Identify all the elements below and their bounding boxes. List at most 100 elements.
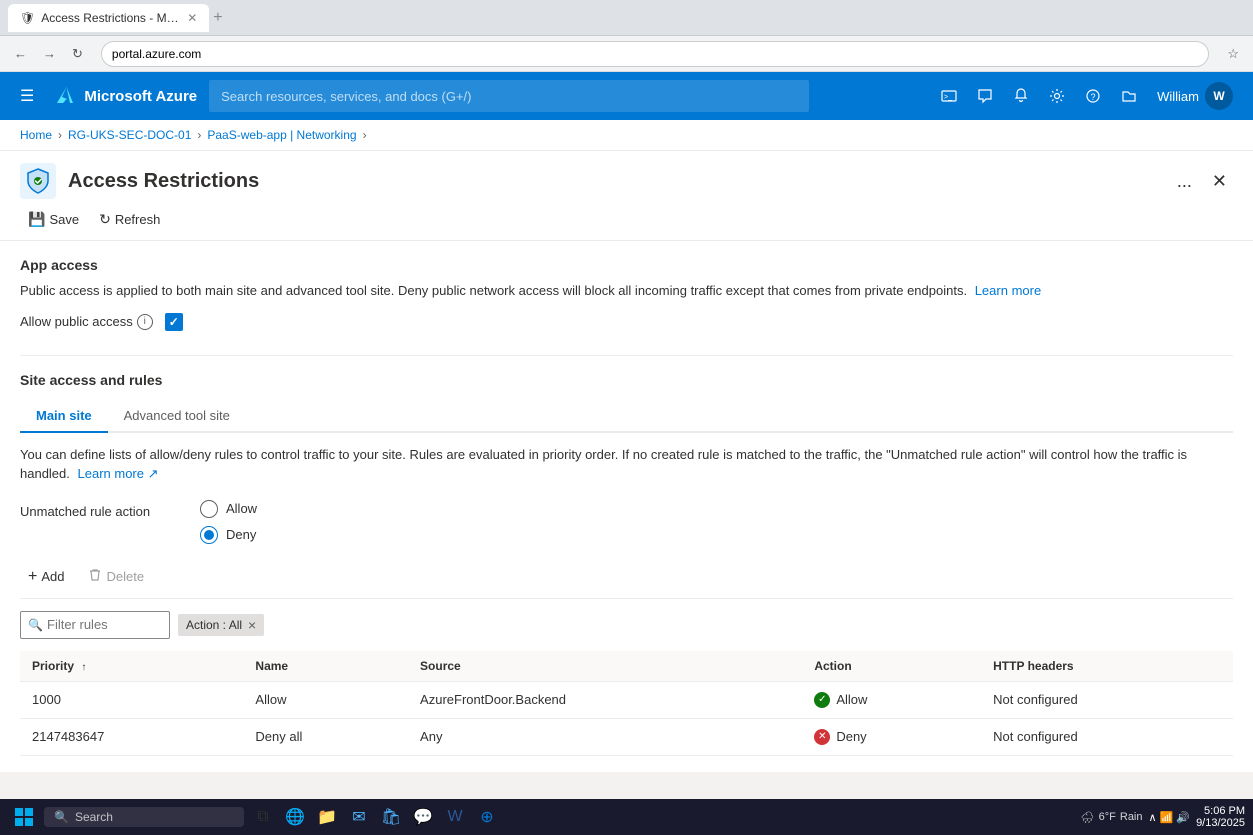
weather-temp: 6°F <box>1099 811 1116 823</box>
allow-public-info-icon[interactable]: i <box>137 314 153 330</box>
cell-http-headers: Not configured <box>981 681 1233 718</box>
notifications-btn[interactable] <box>1005 82 1037 110</box>
allow-public-checkbox[interactable] <box>165 313 183 331</box>
taskbar-browser-icon[interactable]: 🌐 <box>280 803 310 831</box>
site-access-section: Site access and rules Main site Advanced… <box>20 372 1233 756</box>
action-cell-content: ✕ Deny <box>814 729 969 745</box>
refresh-button[interactable]: ↻ Refresh <box>91 207 168 232</box>
refresh-icon: ↻ <box>99 211 111 228</box>
reload-btn[interactable]: ↻ <box>66 42 89 66</box>
taskbar-explorer-icon[interactable]: 📁 <box>312 803 342 831</box>
tab-advanced-tool-site[interactable]: Advanced tool site <box>108 400 246 433</box>
site-access-title: Site access and rules <box>20 372 1233 388</box>
col-source-header[interactable]: Source <box>408 651 802 682</box>
col-http-headers-header[interactable]: HTTP headers <box>981 651 1233 682</box>
filter-row: 🔍 Action : All × <box>20 611 1233 639</box>
global-search-input[interactable] <box>209 80 809 112</box>
tab-title: Access Restrictions - Microsoft ... <box>41 11 181 25</box>
radio-allow[interactable]: Allow <box>200 500 257 518</box>
breadcrumb-sep-2: › <box>197 128 201 142</box>
close-panel-btn[interactable]: ✕ <box>1206 169 1233 194</box>
cell-priority: 2147483647 <box>20 718 243 755</box>
clock: 5:06 PM 9/13/2025 <box>1196 805 1245 829</box>
taskbar-search-box[interactable]: 🔍 Search <box>44 807 244 827</box>
radio-allow-label: Allow <box>226 501 257 516</box>
breadcrumb-home[interactable]: Home <box>20 128 52 142</box>
settings-btn[interactable] <box>1041 82 1073 110</box>
page-title: Access Restrictions <box>68 170 259 193</box>
back-btn[interactable]: ← <box>8 42 33 65</box>
directory-btn[interactable] <box>1113 82 1145 110</box>
taskbar-store-icon[interactable]: 🛍 <box>376 803 406 831</box>
unmatched-rule-radio-group: Allow Deny <box>200 500 257 544</box>
system-tray: 🌧 6°F Rain ∧ 📶 🔊 5:06 PM 9/13/2025 <box>1081 805 1245 829</box>
user-name: William <box>1157 89 1199 104</box>
tab-close-btn[interactable]: ✕ <box>187 11 197 25</box>
breadcrumb-networking[interactable]: PaaS-web-app | Networking <box>207 128 356 142</box>
radio-deny-inner <box>204 530 214 540</box>
delete-rule-btn[interactable]: Delete <box>80 564 152 589</box>
table-row[interactable]: 1000 Allow AzureFrontDoor.Backend ✓ Allo… <box>20 681 1233 718</box>
taskbar-task-view[interactable]: ⧉ <box>248 803 278 831</box>
svg-text:>_: >_ <box>944 94 952 101</box>
add-rule-btn[interactable]: + Add <box>20 564 72 590</box>
taskbar-word-icon[interactable]: W <box>440 803 470 831</box>
action-label: Allow <box>836 692 867 707</box>
azure-logo-text: Microsoft Azure <box>84 88 197 105</box>
cell-source: AzureFrontDoor.Backend <box>408 681 802 718</box>
filter-search-icon: 🔍 <box>28 618 43 632</box>
weather-icon: 🌧 <box>1081 811 1095 824</box>
save-button[interactable]: 💾 Save <box>20 207 87 232</box>
unmatched-rule-label: Unmatched rule action <box>20 500 160 519</box>
radio-deny[interactable]: Deny <box>200 526 257 544</box>
hamburger-menu-btn[interactable]: ☰ <box>12 80 42 112</box>
col-name-header[interactable]: Name <box>243 651 408 682</box>
unmatched-rule-section: Unmatched rule action Allow Deny <box>20 500 1233 544</box>
clock-date: 9/13/2025 <box>1196 817 1245 829</box>
app-access-title: App access <box>20 257 1233 273</box>
tab-main-site[interactable]: Main site <box>20 400 108 433</box>
priority-sort-icon: ↑ <box>81 662 86 673</box>
col-priority-header[interactable]: Priority ↑ <box>20 651 243 682</box>
forward-btn[interactable]: → <box>37 42 62 65</box>
more-options-btn[interactable]: ... <box>1171 169 1198 194</box>
start-button[interactable] <box>8 803 40 831</box>
cloud-shell-btn[interactable]: >_ <box>933 82 965 110</box>
cell-http-headers: Not configured <box>981 718 1233 755</box>
browser-tab[interactable]: 🛡 Access Restrictions - Microsoft ... ✕ <box>8 4 209 32</box>
col-action-header[interactable]: Action <box>802 651 981 682</box>
radio-allow-indicator <box>200 500 218 518</box>
feedback-btn[interactable] <box>969 82 1001 110</box>
app-access-description: Public access is applied to both main si… <box>20 281 1233 301</box>
add-icon: + <box>28 568 37 586</box>
allow-public-label: Allow public access i <box>20 314 153 330</box>
taskbar-edge-icon[interactable]: ⊕ <box>472 803 502 831</box>
rules-actions-bar: + Add Delete <box>20 564 1233 599</box>
taskbar-teams-icon[interactable]: 💬 <box>408 803 438 831</box>
azure-top-nav: ☰ Microsoft Azure >_ ? William W <box>0 72 1253 120</box>
app-access-learn-more-link[interactable]: Learn more <box>975 283 1041 298</box>
new-tab-btn[interactable]: + <box>213 9 222 27</box>
rules-table: Priority ↑ Name Source Action HTTP heade… <box>20 651 1233 756</box>
filter-action-tag: Action : All × <box>178 614 264 636</box>
table-row[interactable]: 2147483647 Deny all Any ✕ Deny Not confi… <box>20 718 1233 755</box>
system-tray-icons: ∧ 📶 🔊 <box>1149 811 1191 824</box>
weather-widget: 🌧 6°F Rain <box>1081 811 1143 824</box>
allow-public-row: Allow public access i <box>20 313 1233 331</box>
user-account-btn[interactable]: William W <box>1149 78 1241 114</box>
filter-tag-close-btn[interactable]: × <box>248 617 256 633</box>
rules-learn-more-link[interactable]: Learn more ↗ <box>78 466 159 481</box>
delete-icon <box>88 568 102 585</box>
weather-condition: Rain <box>1120 811 1143 823</box>
breadcrumb-resource-group[interactable]: RG-UKS-SEC-DOC-01 <box>68 128 191 142</box>
bookmark-btn[interactable]: ☆ <box>1221 42 1245 66</box>
refresh-label: Refresh <box>115 212 161 227</box>
help-btn[interactable]: ? <box>1077 82 1109 110</box>
address-bar[interactable] <box>101 41 1209 67</box>
breadcrumb-sep-3: › <box>363 128 367 142</box>
azure-logo[interactable]: Microsoft Azure <box>54 85 197 107</box>
rules-description: You can define lists of allow/deny rules… <box>20 445 1233 484</box>
taskbar-mail-icon[interactable]: ✉ <box>344 803 374 831</box>
action-label: Deny <box>836 729 866 744</box>
allow-status-icon: ✓ <box>814 692 830 708</box>
